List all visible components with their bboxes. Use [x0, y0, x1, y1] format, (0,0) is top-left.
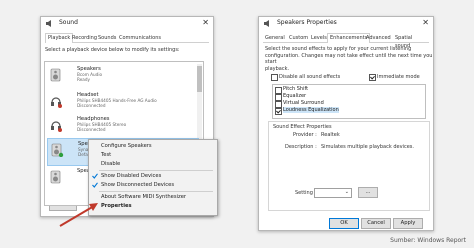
- settings-button[interactable]: ...: [358, 187, 378, 198]
- menu-show-disconnected[interactable]: Show Disconnected Devices: [101, 182, 174, 188]
- device-item[interactable]: Headphones Philips SHB4405 Stereo Discon…: [47, 114, 197, 140]
- speaker-device-icon: [51, 143, 64, 157]
- device-item[interactable]: Headset Philips SHB4405 Hands-Free AG Au…: [47, 90, 197, 116]
- annotation-arrow: [59, 203, 98, 227]
- device-item[interactable]: Speakers Bcom Audio Ready: [47, 64, 197, 90]
- immediate-mode-checkbox[interactable]: [369, 74, 376, 81]
- disable-all-checkbox[interactable]: [271, 74, 278, 81]
- effect-checkbox[interactable]: [275, 94, 282, 101]
- effect-equalizer[interactable]: Equalizer: [283, 93, 306, 99]
- menu-properties[interactable]: Properties: [101, 203, 132, 209]
- tab-bar: Playback Recording Sounds Communications: [45, 33, 209, 43]
- effect-checkbox[interactable]: [275, 108, 282, 115]
- menu-separator: [99, 170, 213, 171]
- chevron-down-icon: ⌄: [344, 189, 349, 195]
- disable-all-label: Disable all sound effects: [279, 74, 341, 80]
- menu-show-disabled[interactable]: Show Disabled Devices: [101, 173, 161, 179]
- tab-levels[interactable]: Levels: [309, 34, 329, 42]
- tab-custom[interactable]: Custom: [287, 34, 310, 42]
- source-caption: Sumber: Windows Report: [390, 237, 466, 244]
- description-line: playback.: [265, 65, 290, 72]
- tab-bar: General Custom Levels Enhancements Advan…: [263, 33, 429, 49]
- description-line: Select the sound effects to apply for yo…: [265, 46, 412, 52]
- tab-recording[interactable]: Recording: [70, 34, 99, 42]
- tab-advanced[interactable]: Advanced: [364, 34, 393, 42]
- instruction-text: Select a playback device below to modify…: [45, 47, 180, 53]
- close-icon[interactable]: ✕: [422, 18, 429, 27]
- tab-sounds[interactable]: Sounds: [96, 34, 118, 42]
- effect-checkbox[interactable]: [275, 87, 282, 94]
- headphones-icon: [51, 121, 62, 132]
- sound-titlebar: Sound ✕: [41, 17, 213, 31]
- description-value: Simulates multiple playback devices.: [321, 144, 414, 150]
- effect-checkbox[interactable]: [275, 101, 282, 108]
- headset-icon: [51, 97, 62, 108]
- speaker-icon: [264, 20, 269, 27]
- menu-disable[interactable]: Disable: [101, 161, 120, 167]
- check-icon: [92, 173, 98, 179]
- menu-configure-speakers[interactable]: Configure Speakers: [101, 143, 152, 149]
- group-title: Sound Effect Properties: [273, 124, 332, 130]
- window-title: Speakers Properties: [277, 19, 337, 26]
- window-title: Sound: [59, 19, 78, 26]
- device-status: Ready: [77, 77, 90, 82]
- apply-button[interactable]: Apply: [393, 218, 423, 229]
- tab-spatial-sound[interactable]: Spatial sound: [393, 34, 429, 49]
- context-menu: Configure Speakers Test Disable Show Dis…: [88, 139, 218, 216]
- description-label: Description :: [285, 144, 317, 150]
- ok-button[interactable]: OK: [329, 218, 359, 229]
- device-status: Disconnected: [77, 127, 106, 132]
- effects-list: Pitch Shift Equalizer Virtual Surround L…: [272, 84, 426, 119]
- immediate-mode-label: Immediate mode: [377, 74, 420, 80]
- speaker-device-icon: [50, 68, 61, 82]
- effect-pitch-shift[interactable]: Pitch Shift: [283, 86, 308, 92]
- setting-label: Setting :: [295, 190, 317, 196]
- device-status: Disconnected: [77, 103, 106, 108]
- speaker-device-icon: [50, 170, 61, 184]
- setting-dropdown[interactable]: ⌄: [314, 188, 352, 198]
- menu-test[interactable]: Test: [101, 152, 111, 158]
- provider-value: Realtek: [321, 132, 340, 138]
- menu-separator: [99, 191, 213, 192]
- enhancements-description: Select the sound effects to apply for yo…: [265, 46, 433, 72]
- menu-about-midi[interactable]: About Software MIDI Synthesizer: [101, 194, 186, 200]
- provider-label: Provider :: [293, 132, 317, 138]
- description-line: configuration. Changes may not take effe…: [265, 52, 433, 66]
- cancel-button[interactable]: Cancel: [361, 218, 391, 229]
- properties-titlebar: Speakers Properties ✕: [259, 17, 433, 31]
- scroll-thumb[interactable]: [197, 66, 202, 92]
- close-icon[interactable]: ✕: [202, 18, 209, 27]
- speaker-icon: [46, 20, 51, 27]
- check-icon: [92, 182, 98, 188]
- effect-loudness-equalization[interactable]: Loudness Equalization: [283, 107, 339, 113]
- tab-communications[interactable]: Communications: [117, 34, 163, 42]
- tab-general[interactable]: General: [263, 34, 287, 42]
- effect-virtual-surround[interactable]: Virtual Surround: [283, 100, 324, 106]
